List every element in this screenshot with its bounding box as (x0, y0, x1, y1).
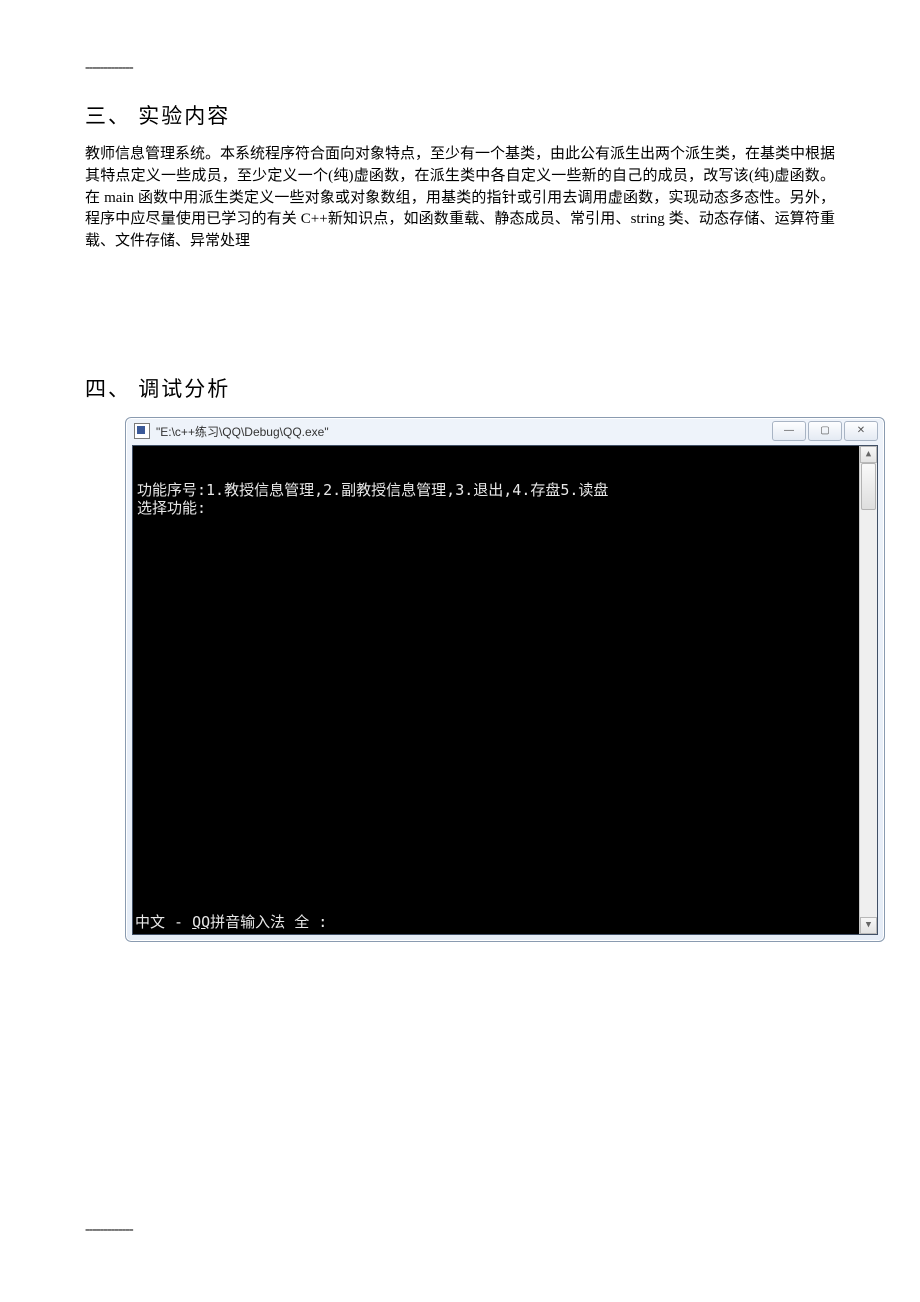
section-4-heading: 四、 调试分析 (85, 373, 835, 403)
ime-status-bar: 中文 - QQ拼音输入法 全 : (135, 911, 327, 932)
ime-suffix: 拼音输入法 全 : (210, 913, 327, 931)
scroll-down-button[interactable]: ▼ (860, 917, 877, 934)
window-controls: — ▢ ✕ (772, 421, 878, 441)
console-text: 功能序号:1.教授信息管理,2.副教授信息管理,3.退出,4.存盘5.读盘选择功… (133, 446, 877, 554)
console-line-1: 功能序号:1.教授信息管理,2.副教授信息管理,3.退出,4.存盘5.读盘 (137, 482, 873, 499)
ime-qq: QQ (192, 913, 210, 931)
bottom-dash-marker: ------------- (85, 1222, 835, 1238)
maximize-button[interactable]: ▢ (808, 421, 842, 441)
window-titlebar[interactable]: "E:\c++练习\QQ\Debug\QQ.exe" — ▢ ✕ (126, 418, 884, 445)
ime-prefix: 中文 - (135, 913, 192, 931)
top-dash-marker: ------------- (85, 60, 835, 76)
console-body[interactable]: 功能序号:1.教授信息管理,2.副教授信息管理,3.退出,4.存盘5.读盘选择功… (132, 445, 878, 935)
vertical-scrollbar[interactable]: ▲ ▼ (859, 446, 877, 934)
app-icon (134, 423, 150, 439)
close-button[interactable]: ✕ (844, 421, 878, 441)
window-frame: "E:\c++练习\QQ\Debug\QQ.exe" — ▢ ✕ 功能序号:1.… (125, 417, 885, 942)
console-screenshot: "E:\c++练习\QQ\Debug\QQ.exe" — ▢ ✕ 功能序号:1.… (125, 417, 885, 942)
scroll-track[interactable] (860, 463, 877, 917)
scroll-up-button[interactable]: ▲ (860, 446, 877, 463)
window-title: "E:\c++练习\QQ\Debug\QQ.exe" (156, 423, 772, 440)
document-page: ------------- 三、 实验内容 教师信息管理系统。本系统程序符合面向… (0, 0, 920, 1298)
console-line-2: 选择功能: (137, 500, 873, 517)
section-3-heading: 三、 实验内容 (85, 100, 835, 130)
minimize-button[interactable]: — (772, 421, 806, 441)
section-3-body: 教师信息管理系统。本系统程序符合面向对象特点，至少有一个基类，由此公有派生出两个… (85, 144, 835, 253)
scroll-thumb[interactable] (861, 463, 876, 510)
